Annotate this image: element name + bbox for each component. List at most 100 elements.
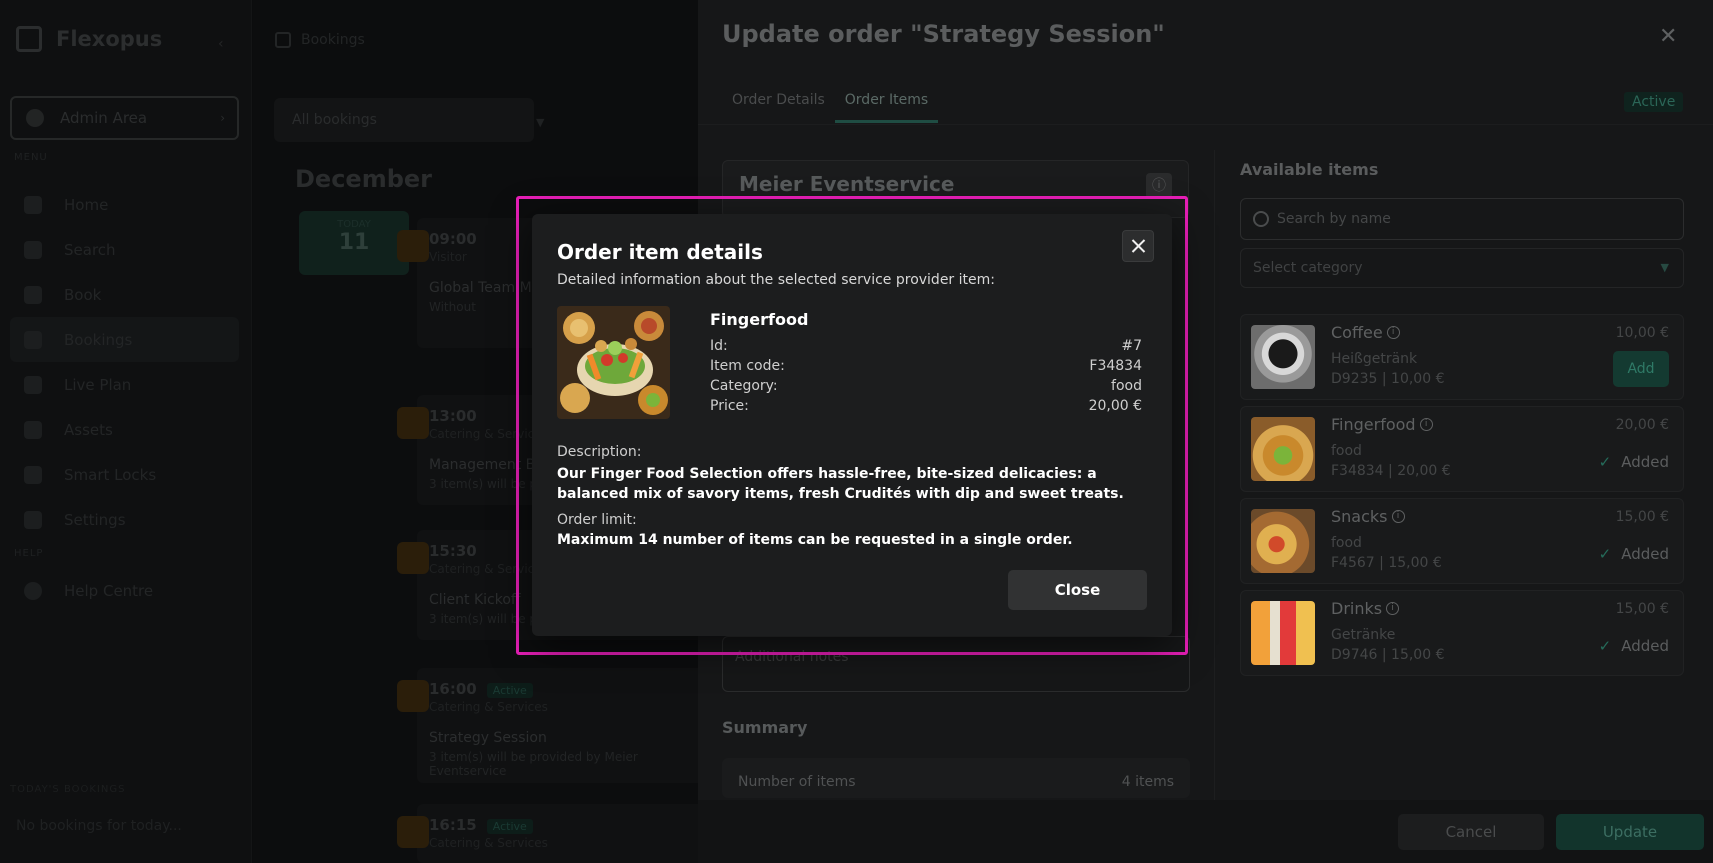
bookings-title: Bookings bbox=[301, 32, 365, 48]
added-indicator: ✓ Added bbox=[1599, 545, 1669, 563]
item-name-text: Fingerfood bbox=[1331, 415, 1416, 434]
item-card-fingerfood[interactable]: Fingerfood i food F34834 | 20,00 € 20,00 … bbox=[1240, 406, 1684, 492]
booking-type-icon bbox=[397, 407, 429, 439]
sidebar-item-label: Search bbox=[64, 240, 116, 259]
booking-card[interactable]: 16:15 Active Catering & Services bbox=[397, 804, 717, 863]
search-placeholder: Search by name bbox=[1277, 211, 1391, 227]
order-item-details-modal: Order item details Detailed information … bbox=[532, 214, 1172, 636]
booking-type-icon bbox=[397, 542, 429, 574]
detail-value: #7 bbox=[1121, 338, 1142, 354]
available-items-title: Available items bbox=[1240, 160, 1379, 179]
help-centre-label: Help Centre bbox=[64, 582, 154, 600]
sidebar-item-live-plan[interactable]: Live Plan bbox=[10, 362, 239, 407]
day-number: 11 bbox=[338, 230, 370, 255]
detail-value: F34834 bbox=[1089, 358, 1142, 374]
drawer-tabs: Order Details Order Items bbox=[722, 92, 939, 123]
added-label: Added bbox=[1621, 637, 1669, 655]
booking-card[interactable]: 16:00 Active Catering & Services Strategy… bbox=[397, 668, 717, 783]
sidebar-item-label: Settings bbox=[64, 510, 126, 529]
close-button[interactable]: Close bbox=[1008, 570, 1147, 610]
booking-time-text: 16:15 bbox=[429, 816, 477, 834]
sidebar-item-label: Book bbox=[64, 285, 102, 304]
item-name-text: Snacks bbox=[1331, 507, 1388, 526]
app-root: Flexopus ‹ Admin Area › MENU Home Search… bbox=[0, 0, 1713, 863]
bookings-filter-select[interactable]: All bookings bbox=[274, 98, 534, 142]
chevron-down-icon: ▼ bbox=[1660, 261, 1669, 274]
todays-bookings-label: TODAY'S BOOKINGS bbox=[10, 784, 126, 795]
item-code: F4567 | 15,00 € bbox=[1331, 555, 1442, 571]
sidebar-item-settings[interactable]: Settings bbox=[10, 497, 239, 542]
close-icon[interactable]: ✕ bbox=[1659, 24, 1681, 49]
close-icon[interactable] bbox=[1122, 230, 1154, 262]
help-centre-link[interactable]: Help Centre bbox=[24, 582, 153, 600]
modal-subtitle: Detailed information about the selected … bbox=[557, 272, 995, 288]
tab-order-details[interactable]: Order Details bbox=[722, 92, 835, 123]
booking-type-icon bbox=[397, 816, 429, 848]
sidebar-item-bookings[interactable]: Bookings bbox=[10, 317, 239, 362]
tab-order-items[interactable]: Order Items bbox=[834, 92, 939, 123]
sidebar-item-label: Bookings bbox=[64, 330, 133, 349]
bookings-icon bbox=[275, 32, 291, 48]
info-icon[interactable]: ⓘ bbox=[1146, 173, 1172, 199]
fingerfood-image bbox=[1251, 417, 1315, 481]
item-card-snacks[interactable]: Snacks i food F4567 | 15,00 € 15,00 € ✓ Ad… bbox=[1240, 498, 1684, 584]
detail-row-id: Id: #7 bbox=[710, 338, 1142, 358]
detail-row-category: Category: food bbox=[710, 378, 1142, 398]
info-icon[interactable]: i bbox=[1419, 418, 1433, 431]
order-limit-text: Maximum 14 number of items can be reques… bbox=[557, 532, 1073, 548]
info-icon[interactable]: i bbox=[1391, 510, 1405, 523]
category-select[interactable]: Select category ▼ bbox=[1240, 248, 1684, 288]
coffee-image bbox=[1251, 325, 1315, 389]
item-price: 10,00 € bbox=[1615, 325, 1669, 341]
summary-title: Summary bbox=[722, 718, 808, 737]
added-indicator: ✓ Added bbox=[1599, 637, 1669, 655]
item-card-coffee[interactable]: Coffee i Heißgetränk D9235 | 10,00 € 10,0… bbox=[1240, 314, 1684, 400]
item-code: D9235 | 10,00 € bbox=[1331, 371, 1445, 387]
item-name-text: Drinks bbox=[1331, 599, 1383, 618]
sidebar-item-smart-locks[interactable]: Smart Locks bbox=[10, 452, 239, 497]
day-badge[interactable]: TODAY 11 bbox=[299, 211, 409, 275]
item-category: food bbox=[1331, 443, 1362, 459]
info-icon[interactable]: i bbox=[1386, 326, 1400, 339]
summary-row: Number of items 4 items bbox=[738, 774, 1174, 790]
check-icon: ✓ bbox=[1598, 453, 1612, 471]
search-input[interactable]: Search by name bbox=[1240, 198, 1684, 240]
description-label: Description: bbox=[557, 444, 642, 460]
status-badge: Active bbox=[1624, 92, 1684, 112]
item-category: Heißgetränk bbox=[1331, 351, 1418, 367]
brand-name: Flexopus bbox=[56, 27, 163, 51]
detail-label: Id: bbox=[710, 338, 728, 354]
item-name: Snacks i bbox=[1331, 507, 1405, 526]
added-label: Added bbox=[1621, 545, 1669, 563]
item-code-price: 15,00 € bbox=[1388, 555, 1442, 571]
collapse-sidebar-icon[interactable]: ‹ bbox=[218, 36, 232, 52]
cancel-button[interactable]: Cancel bbox=[1398, 814, 1544, 850]
check-icon: ✓ bbox=[1598, 545, 1612, 563]
booking-type-icon bbox=[397, 230, 429, 262]
sidebar-item-home[interactable]: Home bbox=[10, 182, 239, 227]
home-icon bbox=[24, 195, 42, 214]
item-card-drinks[interactable]: Drinks i Getränke D9746 | 15,00 € 15,00 €… bbox=[1240, 590, 1684, 676]
drawer-title: Update order "Strategy Session" bbox=[722, 20, 1165, 48]
booking-type-icon bbox=[397, 680, 429, 712]
chevron-right-icon: › bbox=[220, 111, 225, 125]
info-icon[interactable]: i bbox=[1386, 602, 1400, 615]
tabs-divider bbox=[698, 124, 1713, 125]
item-code-price: 10,00 € bbox=[1391, 371, 1445, 387]
sidebar-item-book[interactable]: Book bbox=[10, 272, 239, 317]
item-code-price: 20,00 € bbox=[1397, 463, 1451, 479]
add-button[interactable]: Add bbox=[1613, 351, 1669, 387]
item-price: 20,00 € bbox=[1615, 417, 1669, 433]
update-button[interactable]: Update bbox=[1556, 814, 1704, 850]
detail-label: Item code: bbox=[710, 358, 785, 374]
help-icon bbox=[24, 582, 42, 600]
sidebar-item-search[interactable]: Search bbox=[10, 227, 239, 272]
fingerfood-image bbox=[557, 306, 670, 419]
item-code-text: D9235 bbox=[1331, 371, 1378, 387]
booking-time-text: 16:00 bbox=[429, 680, 477, 698]
admin-area-button[interactable]: Admin Area › bbox=[10, 96, 239, 140]
item-category: food bbox=[1331, 535, 1362, 551]
notes-field[interactable]: Additional notes bbox=[722, 636, 1190, 692]
added-indicator: ✓ Added bbox=[1599, 453, 1669, 471]
sidebar-item-assets[interactable]: Assets bbox=[10, 407, 239, 452]
